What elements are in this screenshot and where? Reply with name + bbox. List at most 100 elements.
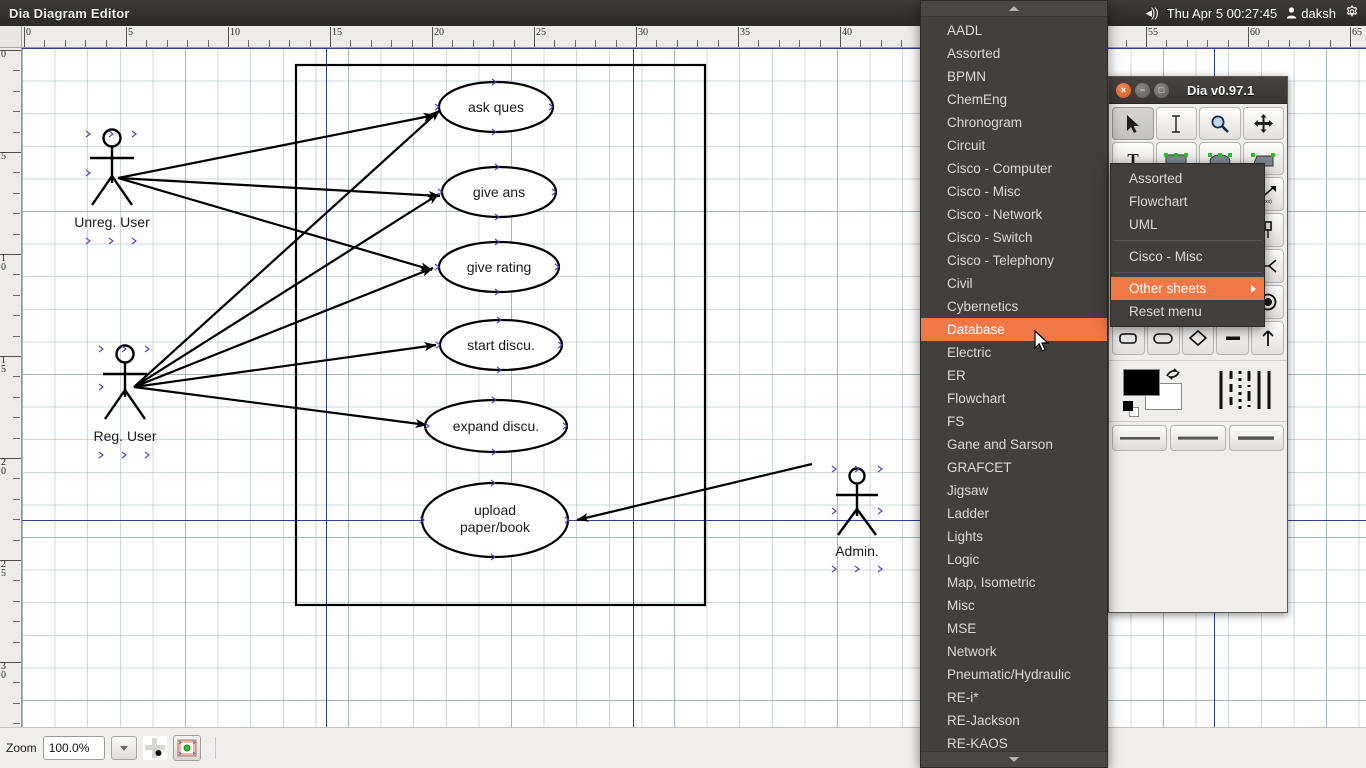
scroll-down-arrow-icon[interactable]	[921, 751, 1107, 767]
sheet-item-cisco-network[interactable]: Cisco - Network	[921, 203, 1107, 226]
usecase-upload-line1: upload	[474, 502, 516, 518]
grid-snap-icon[interactable]	[142, 736, 167, 760]
ruler-label: 30	[638, 27, 648, 38]
magnify-tool-icon[interactable]	[1199, 107, 1241, 140]
sheet-item-bpmn[interactable]: BPMN	[921, 65, 1107, 88]
sheet-item-cisco-misc[interactable]: Cisco - Misc	[921, 180, 1107, 203]
sheet-item-pneumatic-hydraulic[interactable]: Pneumatic/Hydraulic	[921, 663, 1107, 686]
actor-admin-label: Admin.	[835, 543, 879, 559]
ruler-tick	[1248, 27, 1249, 47]
ruler-tick	[13, 335, 20, 337]
ruler-tick	[309, 40, 311, 47]
sheet-item-er[interactable]: ER	[921, 364, 1107, 387]
ruler-label: 60	[1250, 27, 1260, 38]
ruler-tick	[738, 27, 739, 47]
zoom-dropdown-button[interactable]	[110, 736, 137, 760]
ruler-tick	[13, 723, 20, 725]
ruler-label: 5	[128, 27, 133, 38]
sheet-item-aadl[interactable]: AADL	[921, 19, 1107, 42]
sheet-item-grafcet[interactable]: GRAFCET	[921, 456, 1107, 479]
line-width-selector[interactable]	[1109, 422, 1287, 454]
ruler-tick	[574, 40, 576, 47]
modify-tool-icon[interactable]	[1112, 107, 1154, 140]
mouse-cursor	[1034, 329, 1051, 359]
color-selector[interactable]	[1109, 360, 1287, 422]
line-width-thin-icon[interactable]	[1112, 425, 1168, 451]
sheet-item-network[interactable]: Network	[921, 640, 1107, 663]
ruler-tick	[493, 40, 495, 47]
sheet-item-cisco-computer[interactable]: Cisco - Computer	[921, 157, 1107, 180]
minimize-icon[interactable]: −	[1135, 82, 1150, 98]
volume-icon[interactable]: ◂))	[1146, 5, 1159, 21]
ruler-tick	[615, 40, 617, 47]
default-foreground-swatch[interactable]	[1123, 401, 1133, 411]
context-menu-item-uml[interactable]: UML	[1111, 213, 1264, 236]
ruler-label: 10	[230, 27, 240, 38]
scroll-tool-icon[interactable]	[1242, 107, 1284, 140]
context-menu-item-reset-menu[interactable]: Reset menu	[1111, 300, 1264, 323]
ruler-tick	[554, 40, 556, 47]
association-unreg-give-ans	[117, 176, 441, 200]
zoom-input[interactable]: 100.0%	[42, 736, 105, 760]
context-menu-item-cisco-misc[interactable]: Cisco - Misc	[1111, 245, 1264, 268]
sheet-item-civil[interactable]: Civil	[921, 272, 1107, 295]
ruler-tick	[13, 233, 20, 235]
sheet-item-chronogram[interactable]: Chronogram	[921, 111, 1107, 134]
text-edit-tool-icon[interactable]	[1155, 107, 1197, 140]
usecase-give-rating-label: give rating	[467, 259, 532, 275]
line-style-icon[interactable]	[1217, 369, 1275, 411]
object-snap-icon[interactable]	[172, 735, 201, 761]
sheet-item-cisco-switch[interactable]: Cisco - Switch	[921, 226, 1107, 249]
sheet-item-map-isometric[interactable]: Map, Isometric	[921, 571, 1107, 594]
sheet-item-re-i[interactable]: RE-i*	[921, 686, 1107, 709]
sheet-item-assorted[interactable]: Assorted	[921, 42, 1107, 65]
sheet-item-mse[interactable]: MSE	[921, 617, 1107, 640]
line-width-thick-icon[interactable]	[1228, 425, 1284, 451]
sheet-selector-dropdown[interactable]: AADL Assorted BPMN ChemEng Chronogram Circuit…	[920, 0, 1108, 768]
context-menu-item-other-sheets[interactable]: Other sheets	[1111, 277, 1264, 300]
context-menu-item-flowchart[interactable]: Flowchart	[1111, 190, 1264, 213]
context-menu-item-assorted[interactable]: Assorted	[1111, 167, 1264, 190]
sheet-item-circuit[interactable]: Circuit	[921, 134, 1107, 157]
ruler-tick	[126, 27, 127, 47]
sheet-item-ladder[interactable]: Ladder	[921, 502, 1107, 525]
scroll-up-arrow-icon[interactable]	[921, 1, 1107, 17]
foreground-color-swatch[interactable]	[1123, 369, 1160, 396]
toolbox-titlebar[interactable]: × − □ Dia v0.97.1	[1109, 77, 1287, 104]
line-width-medium-icon[interactable]	[1170, 425, 1226, 451]
sheet-item-gane-and-sarson[interactable]: Gane and Sarson	[921, 433, 1107, 456]
sheet-item-misc[interactable]: Misc	[921, 594, 1107, 617]
sheet-item-logic[interactable]: Logic	[921, 548, 1107, 571]
vertical-ruler[interactable]: 0 5 10 15 20 25 30	[0, 48, 22, 727]
system-tray: ◂)) Thu Apr 5 00:27:45 daksh	[1146, 0, 1362, 26]
sheet-item-electric[interactable]: Electric	[921, 341, 1107, 364]
toolbox-title: Dia v0.97.1	[1187, 82, 1255, 98]
ruler-tick	[13, 274, 20, 276]
sheet-context-menu[interactable]: Assorted Flowchart UML Cisco - Misc Other sh…	[1110, 163, 1265, 327]
sheet-item-cybernetics[interactable]: Cybernetics	[921, 295, 1107, 318]
sheet-list[interactable]: AADL Assorted BPMN ChemEng Chronogram Circuit…	[921, 17, 1107, 751]
ruler-tick	[13, 111, 20, 113]
sheet-item-lights[interactable]: Lights	[921, 525, 1107, 548]
chevron-down-icon	[119, 745, 128, 751]
ruler-tick	[13, 600, 20, 602]
sheet-item-re-jackson[interactable]: RE-Jackson	[921, 709, 1107, 732]
dia-toolbox-window[interactable]: × − □ Dia v0.97.1 T (xxx)	[1108, 76, 1288, 613]
sheet-item-chemeng[interactable]: ChemEng	[921, 88, 1107, 111]
swap-colors-icon[interactable]	[1165, 367, 1181, 384]
usecase-upload-paper-book: upload paper/book	[419, 479, 570, 561]
sheet-item-jigsaw[interactable]: Jigsaw	[921, 479, 1107, 502]
ruler-tick	[207, 40, 209, 47]
gear-icon[interactable]	[1345, 4, 1359, 22]
sheet-item-re-kaos[interactable]: RE-KAOS	[921, 732, 1107, 751]
user-menu[interactable]: daksh	[1286, 6, 1336, 21]
ruler-tick	[860, 40, 862, 47]
horizontal-ruler[interactable]: 05101520253035404550556065	[22, 26, 1366, 48]
maximize-icon[interactable]: □	[1154, 82, 1169, 98]
clock[interactable]: Thu Apr 5 00:27:45	[1167, 6, 1278, 21]
sheet-item-cisco-telephony[interactable]: Cisco - Telephony	[921, 249, 1107, 272]
sheet-item-database[interactable]: Database	[921, 318, 1107, 341]
sheet-item-fs[interactable]: FS	[921, 410, 1107, 433]
close-icon[interactable]: ×	[1116, 82, 1131, 98]
sheet-item-flowchart[interactable]: Flowchart	[921, 387, 1107, 410]
